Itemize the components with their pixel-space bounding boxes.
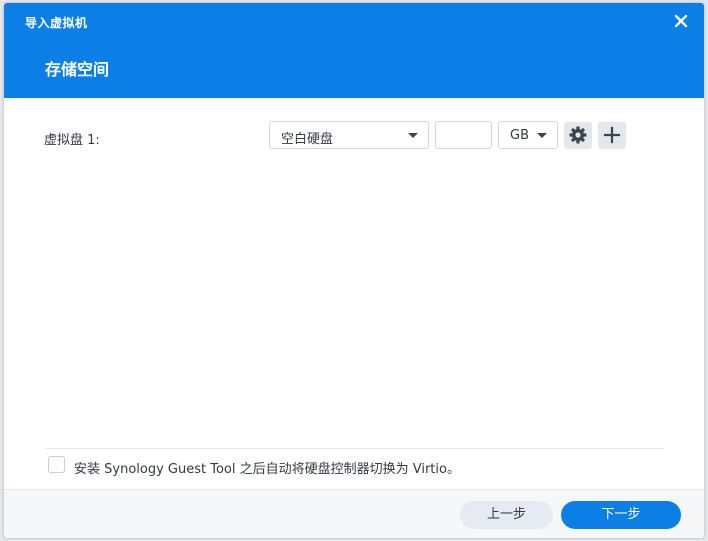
disk-settings-button[interactable] [564,122,592,149]
dialog-header: 导入虚拟机 存储空间 [4,3,704,98]
auto-virtio-checkbox[interactable] [48,456,65,473]
disk-size-input[interactable] [435,121,492,149]
disk-type-value: 空白硬盘 [281,132,334,147]
disk-type-select[interactable]: 空白硬盘 [269,121,429,149]
window-title: 导入虚拟机 [25,16,88,30]
plus-icon [603,126,621,144]
next-step-button[interactable]: 下一步 [561,501,681,529]
chevron-down-icon [537,133,547,138]
virtual-disk-label: 虚拟盘 1: [44,133,100,148]
import-vm-dialog: 导入虚拟机 存储空间 虚拟盘 1: 空白硬盘 GB 安装 Synology Gu… [4,3,704,538]
auto-virtio-label: 安装 Synology Guest Tool 之后自动将硬盘控制器切换为 Vir… [74,462,460,477]
section-title: 存储空间 [45,60,110,79]
add-disk-button[interactable] [598,122,626,149]
dialog-footer: 上一步 下一步 [4,489,704,538]
chevron-down-icon [408,133,418,138]
close-button[interactable] [672,12,690,30]
gear-icon [569,126,587,144]
close-icon [674,14,688,28]
options-divider [45,448,664,449]
previous-step-button[interactable]: 上一步 [460,501,553,529]
virtual-disk-row: 虚拟盘 1: 空白硬盘 GB [4,121,704,151]
disk-unit-value: GB [510,128,529,143]
disk-unit-select[interactable]: GB [498,121,558,149]
